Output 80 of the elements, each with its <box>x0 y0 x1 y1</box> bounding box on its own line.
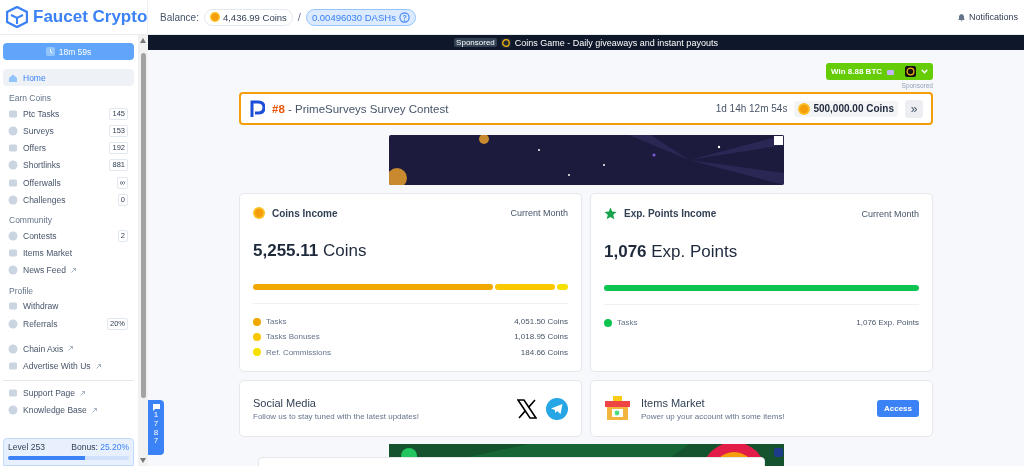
section-label: Profile <box>8 284 35 298</box>
countdown: 1d 14h 12m 54s <box>715 103 788 114</box>
sidebar-item[interactable]: Support Page <box>3 384 134 402</box>
shop-stall-icon <box>604 395 631 422</box>
card-subtitle: Power up your account with some items! <box>641 411 785 421</box>
x-logo-icon[interactable] <box>517 398 537 419</box>
home-icon <box>8 72 18 83</box>
sidebar-item[interactable]: Items Market <box>3 244 134 262</box>
contest-banner[interactable]: #8 - PrimeSurveys Survey Contest 1d 14h 12m 54s 500,000.00 Coins » <box>239 92 933 125</box>
menu-item-icon <box>8 194 18 205</box>
legend-value: 4,051.50 Coins <box>514 317 568 327</box>
scroll-up-icon <box>140 38 146 43</box>
star-icon <box>604 207 617 220</box>
legend-label: Tasks Bonuses <box>266 332 320 342</box>
card-title: Social Media <box>253 396 317 409</box>
menu-item-icon <box>8 405 18 416</box>
chat-button[interactable]: 1787 <box>148 400 164 455</box>
legend-label: Ref. Commissions <box>266 347 331 357</box>
income-amount: 1,076 Exp. Points <box>604 242 739 262</box>
menu-item-icon <box>8 248 18 259</box>
level-label: Level 253 <box>8 442 45 452</box>
paper-plane-icon[interactable] <box>546 397 568 420</box>
clock-icon <box>45 47 55 56</box>
scroll-down-icon <box>140 458 146 463</box>
help-icon <box>398 11 410 23</box>
menu-item-icon <box>8 160 18 171</box>
balance-label: Balance: <box>160 11 199 23</box>
card-title: Exp. Points Income <box>624 208 717 219</box>
menu-item-icon <box>8 301 18 312</box>
menu-item-icon <box>8 143 18 154</box>
sidebar-item[interactable]: Withdraw <box>3 297 134 316</box>
game-logo-icon <box>905 66 916 77</box>
chat-bubble-icon <box>151 403 161 411</box>
sidebar-item[interactable]: Home <box>3 69 134 87</box>
access-button[interactable]: Access <box>876 400 919 417</box>
menu-item-icon <box>8 177 18 188</box>
card-subtitle: Follow us to stay tuned with the latest updates! <box>253 411 419 421</box>
sponsor-link[interactable]: Coins Game - Daily giveaways and instant payouts <box>514 37 718 48</box>
brand-name: Faucet Crypto <box>33 7 148 27</box>
income-amount: 5,255.11 Coins <box>253 241 368 261</box>
menu-item-icon <box>8 388 18 399</box>
bonus-label: Bonus: 25.20% <box>71 442 129 452</box>
card-title: Items Market <box>641 396 706 409</box>
legend-label: Tasks <box>617 318 638 328</box>
more-button[interactable]: » <box>905 99 923 118</box>
menu-item-icon <box>8 361 18 372</box>
card-title: Coins Income <box>272 207 338 219</box>
sidebar-item[interactable]: Advertise With Us <box>3 357 134 375</box>
menu-item-icon <box>8 125 18 136</box>
legend-value: 1,018.95 Coins <box>514 332 568 342</box>
sponsored-tag: Sponsored <box>454 38 497 47</box>
dash-balance: 0.00496030 DASHs <box>305 8 416 26</box>
menu-item-icon <box>8 265 18 276</box>
menu-item-icon <box>8 230 18 241</box>
bell-icon <box>956 12 966 22</box>
menu-item-icon <box>8 343 18 354</box>
legend-value: 1,076 Exp. Points <box>856 318 919 328</box>
section-label: Earn Coins <box>8 92 53 106</box>
legend-label: Tasks <box>266 317 287 327</box>
contest-title: #8 - PrimeSurveys Survey Contest <box>272 102 449 115</box>
cube-logo-icon <box>6 6 28 28</box>
menu-item-icon <box>8 108 18 119</box>
legend-value: 184.66 Coins <box>520 347 568 357</box>
prime-surveys-logo-icon <box>249 99 265 118</box>
period-label: Current Month <box>510 208 568 218</box>
coin-icon <box>209 12 220 22</box>
period-label: Current Month <box>861 208 919 219</box>
sidebar-item[interactable]: Knowledge Base <box>3 401 134 419</box>
section-label: Community <box>8 214 53 228</box>
sidebar-item[interactable]: News Feed <box>3 261 134 279</box>
coin-icon <box>798 102 811 115</box>
chevron-down-icon <box>921 69 928 74</box>
scrollbar-thumb[interactable] <box>140 53 146 398</box>
separator: / <box>297 11 301 23</box>
notifications-button[interactable]: Notifications <box>956 12 1018 22</box>
prize-amount: 500,000.00 Coins <box>794 100 898 117</box>
sidebar-item[interactable]: Chain Axis <box>3 340 134 358</box>
coin-icon <box>253 207 265 219</box>
game-logo-icon <box>500 37 511 48</box>
menu-item-icon <box>8 318 18 329</box>
